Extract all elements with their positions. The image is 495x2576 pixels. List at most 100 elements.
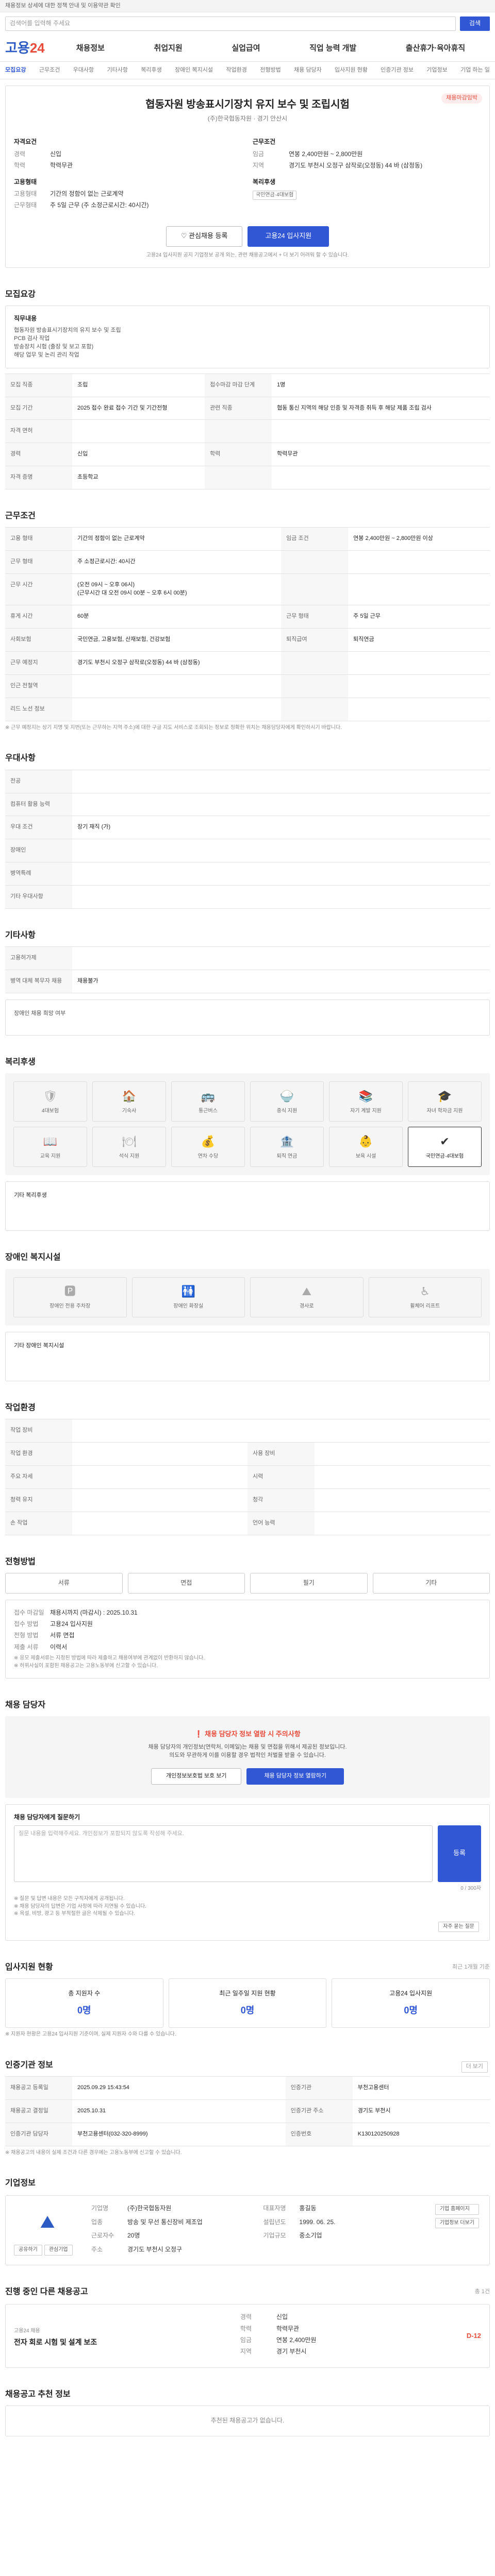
process-detail: 접수 마감일 채용시까지 (마감시) : 2025.10.31 접수 방법 고용24 … [5, 1599, 490, 1679]
tab-5[interactable]: 장애인 복지시설 [175, 66, 213, 75]
view-contact-button[interactable]: 채용 담당자 정보 열람하기 [246, 1768, 344, 1785]
section-title: 작업환경 [5, 1403, 36, 1412]
agency-more-button[interactable]: 더 보기 [461, 2061, 488, 2073]
table-cell [272, 419, 490, 444]
stat-number: 0명 [77, 2005, 91, 2015]
intro-label: 직무내용 [14, 315, 37, 323]
table-cell: 1명 [272, 373, 490, 397]
tab-0[interactable]: 모집요강 [5, 66, 26, 75]
process-value: 고용24 입사지원 [50, 1620, 93, 1628]
process-value: 서류 면접 [50, 1632, 75, 1639]
company-value: 20명 [127, 2232, 140, 2240]
question-counter: 0 / 300자 [460, 1885, 481, 1891]
table-cell: 언어 능력 [248, 1511, 315, 1535]
company-tag[interactable]: 공유하기 [14, 2245, 42, 2256]
gnb-menu-item[interactable]: 출산휴가·육아휴직 [406, 43, 465, 54]
gnb-menu-item[interactable]: 직업 능력 개발 [309, 43, 356, 54]
tab-4[interactable]: 복리후생 [141, 66, 161, 75]
table-cell: 2025 접수 완료 접수 기간 및 기간전형 [72, 396, 205, 420]
tab-3[interactable]: 기타사항 [107, 66, 127, 75]
table-cell: 임금 조건 [281, 527, 349, 551]
tab-10[interactable]: 인증기관 정보 [381, 66, 414, 75]
privacy-law-button[interactable]: 개인정보보호법 보호 보기 [151, 1768, 242, 1785]
interest-label: 관심채용 등록 [189, 232, 228, 240]
tab-12[interactable]: 기업 하는 일 [460, 66, 490, 75]
disability-item: 🚻 장애인 화장실 [131, 1277, 245, 1317]
gnb-menu: 채용정보 취업지원 실업급여 직업 능력 개발 출산휴가·육아휴직 [52, 43, 490, 54]
benefit-chip: 국민연금·4대보험 [253, 190, 297, 200]
question-submit-button[interactable]: 등록 [438, 1825, 481, 1882]
disability-item: ♿ 휠체어 리프트 [368, 1277, 482, 1317]
intro-text: 협동자원 방송표시기장치의 유지 보수 및 조립 PCB 검사 작업 방송장치 … [14, 327, 121, 358]
tab-7[interactable]: 전형방법 [260, 66, 280, 75]
company-tag[interactable]: 관심기업 [44, 2245, 73, 2256]
search-button[interactable]: 검색 [459, 16, 490, 31]
tab-2[interactable]: 우대사항 [73, 66, 94, 75]
table-row: 병역 대체 복무자 채용 채용불가 [5, 970, 490, 994]
question-box: 채용 담당자에게 질문하기 질문 내용을 입력해주세요. 개인정보가 포함되지 … [5, 1804, 490, 1941]
logo[interactable]: 고용 24 [5, 39, 52, 58]
gnb-menu-item[interactable]: 실업급여 [232, 43, 260, 54]
search-input[interactable]: 검색어를 입력해 주세요 [5, 16, 456, 31]
process-key: 접수 방법 [14, 1620, 39, 1628]
table-cell: 협동 통신 지역의 해당 인증 및 자격증 취득 후 해당 제품 조립 검사 [272, 396, 490, 420]
disability-label: 경사로 [299, 1303, 314, 1310]
question-textarea[interactable]: 질문 내용을 입력해주세요. 개인정보가 포함되지 않도록 작성해 주세요. [14, 1825, 433, 1882]
table-cell: 조립 [72, 373, 205, 397]
other-job-card[interactable]: 고용24 채용 전자 회로 시험 및 설계 보조 경력 신입 학력 학력무관 임금 연봉 … [5, 2304, 490, 2368]
company-button[interactable]: 기업정보 더보기 [435, 2217, 479, 2229]
table-cell: 60분 [72, 605, 282, 629]
table-cell [315, 1442, 490, 1466]
apply-button[interactable]: 고용24 입사지원 [248, 226, 329, 247]
table-cell: 휴게 시간 [5, 605, 72, 629]
section-title: 채용공고 추천 정보 [5, 2389, 71, 2399]
stat-label: 고용24 입사지원 [389, 1990, 433, 1997]
gnb-menu-item[interactable]: 취업지원 [154, 43, 183, 54]
summary-row: 학력 학력무관 [14, 161, 242, 170]
process-steps: 서류 면접 필기 기타 [5, 1572, 490, 1594]
table-cell: 근무 형태 [281, 605, 349, 629]
summary-key: 임금 [253, 150, 265, 158]
gnb-menu-item[interactable]: 채용정보 [76, 43, 105, 54]
table-cell: 신입 [72, 443, 205, 467]
section-title: 진행 중인 다른 채용공고 [5, 2287, 88, 2296]
table-cell [348, 550, 490, 574]
company-row: 설립년도 1999. 06. 25. [263, 2218, 424, 2227]
job-summary-card: 채용마감임박 협동자원 방송표시기장치 유지 보수 및 조립시험 (주)한국협동… [5, 86, 490, 268]
tab-9[interactable]: 입사지원 현황 [335, 66, 368, 75]
summary-label: 자격요건 [14, 138, 37, 146]
table-cell: 채용불가 [72, 970, 490, 994]
faq-button[interactable]: 자주 묻는 질문 [438, 1921, 479, 1933]
summary-left: 자격요건 경력 신입 학력 학력무관 고용형태 고용형태 기간의 정함이 없는 근로계약… [14, 138, 242, 212]
other-job-title[interactable]: 전자 회로 시험 및 설계 보조 [14, 2337, 230, 2347]
section-title: 기업정보 [5, 2179, 36, 2188]
table-cell: 채용공고 결정일 [5, 2099, 72, 2123]
tab-8[interactable]: 채용 담당자 [294, 66, 322, 75]
welfare-icon: 🚌 [201, 1090, 216, 1103]
stat-label: 최근 일주일 지원 현황 [219, 1990, 276, 1997]
section-title: 장애인 복지시설 [5, 1253, 61, 1262]
company-row: 업종 방송 및 무선 통신장비 제조업 [91, 2218, 253, 2227]
summary-value: 주 5일 근무 (주 소정근로시간: 40시간) [50, 201, 149, 209]
interest-button[interactable]: ♡ 관심채용 등록 [166, 226, 243, 247]
summary-row: 고용형태 기간의 정함이 없는 근로계약 [14, 190, 242, 198]
tab-11[interactable]: 기업정보 [426, 66, 447, 75]
applicant-stat: 고용24 입사지원 0명 [332, 1978, 490, 2028]
table-row: 컴퓨터 활용 능력 [5, 792, 490, 817]
tab-1[interactable]: 근무조건 [39, 66, 60, 75]
disability-label: 장애인 화장실 [173, 1303, 204, 1310]
company-button[interactable]: 기업 홈페이지 [435, 2204, 479, 2215]
table-cell: 주요 자세 [5, 1465, 72, 1489]
company-key: 기업명 [91, 2205, 109, 2212]
welfare-label: 기숙사 [122, 1108, 137, 1114]
summary-right: 근무조건 임금 연봉 2,400만원 ~ 2,800만원 지역 경기도 부천시 오정구… [253, 138, 481, 212]
welfare-etc: 기타 복리후생 [5, 1181, 490, 1231]
disability-icon: ⛰ [302, 1285, 311, 1298]
table-cell: 자격 면허 [5, 419, 72, 444]
tab-6[interactable]: 작업환경 [226, 66, 246, 75]
welfare-label: 자기 계발 지원 [350, 1108, 382, 1114]
company-value: 방송 및 무선 통신장비 제조업 [127, 2218, 203, 2226]
table-row: 자격 면허 [5, 419, 490, 444]
prefer-table: 전공 컴퓨터 활용 능력 우대 조건 장기 재직 (가) 장애인 병역특례 기타 우대사항 [5, 769, 490, 909]
table-cell: (오전 09시 ~ 오후 06시) (근무시간 대 오전 09시 00분 ~ 오… [72, 573, 282, 606]
